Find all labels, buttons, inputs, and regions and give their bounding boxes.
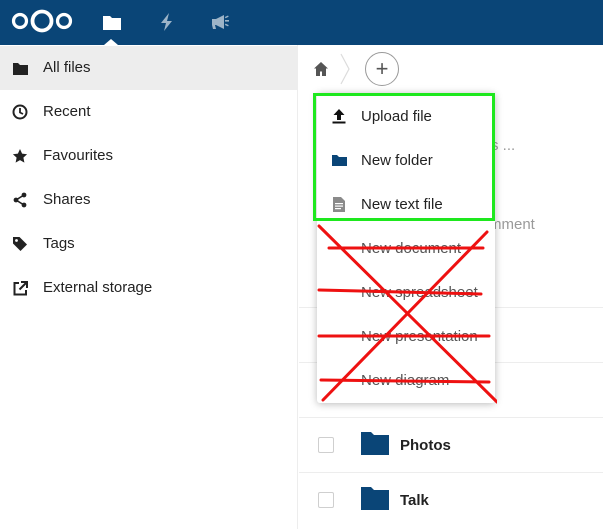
breadcrumb-separator [340, 53, 350, 85]
annotation-red-cross [317, 224, 497, 404]
annotation-highlight-box [313, 93, 495, 221]
sidebar-item-favourites[interactable]: Favourites [0, 134, 298, 178]
app-navigation-sidebar: All files Recent Favourites Shares Tags … [0, 45, 298, 529]
nav-announcements-megaphone-icon[interactable] [208, 10, 232, 34]
star-icon [12, 148, 28, 164]
table-row[interactable]: Talk [299, 473, 603, 528]
new-file-add-button[interactable]: + [365, 52, 399, 86]
sidebar-item-label: Shares [43, 191, 91, 208]
nav-activity-lightning-icon[interactable] [155, 10, 179, 34]
sidebar-item-shares[interactable]: Shares [0, 178, 298, 222]
tag-icon [12, 236, 28, 252]
sidebar-item-label: Tags [43, 235, 75, 252]
nextcloud-logo-icon[interactable] [11, 9, 73, 33]
folder-icon [361, 432, 389, 455]
sidebar-item-external-storage[interactable]: External storage [0, 266, 298, 310]
sidebar-item-all-files[interactable]: All files [0, 46, 298, 90]
sidebar-item-recent[interactable]: Recent [0, 90, 298, 134]
sidebar-item-label: All files [43, 59, 91, 76]
file-name[interactable]: Talk [400, 492, 429, 509]
row-checkbox[interactable] [318, 437, 334, 453]
share-icon [12, 192, 28, 208]
sidebar-item-label: Recent [43, 103, 91, 120]
sidebar-item-label: Favourites [43, 147, 114, 164]
sidebar-item-tags[interactable]: Tags [0, 222, 298, 266]
home-icon[interactable] [313, 61, 329, 77]
nav-files-folder-icon[interactable] [100, 10, 124, 34]
folder-icon [361, 487, 389, 510]
row-checkbox[interactable] [318, 492, 334, 508]
file-name[interactable]: Photos [400, 437, 451, 454]
folder-icon [12, 60, 28, 76]
table-row[interactable]: Photos [299, 418, 603, 473]
top-header [0, 0, 603, 45]
plus-icon: + [375, 56, 389, 81]
sidebar-item-label: External storage [43, 279, 153, 296]
clock-icon [12, 104, 28, 120]
external-link-icon [12, 280, 28, 296]
